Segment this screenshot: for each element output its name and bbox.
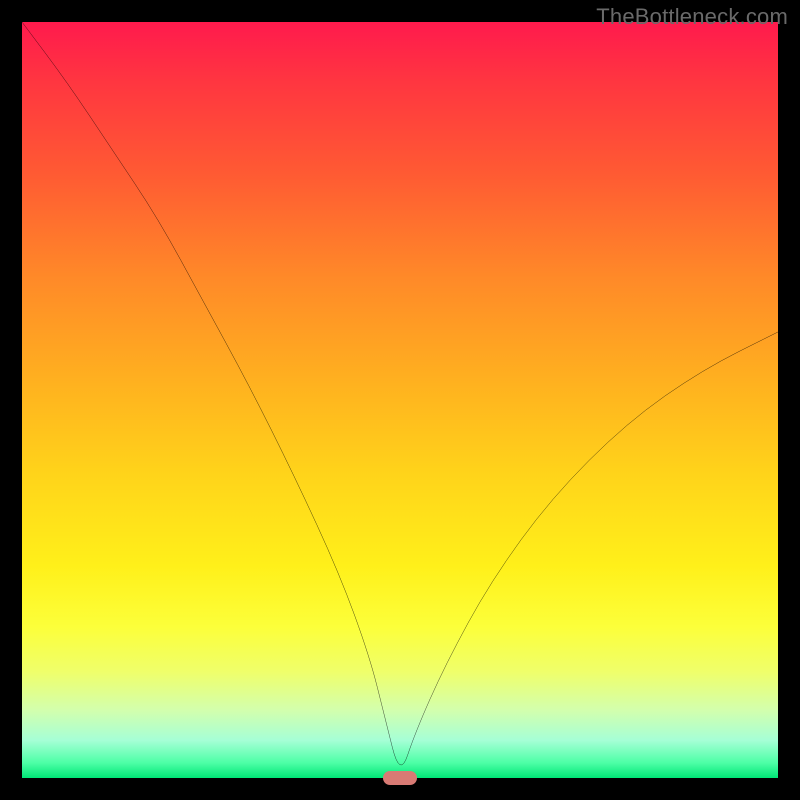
minimum-marker — [383, 771, 417, 785]
watermark-text: TheBottleneck.com — [596, 4, 788, 30]
curve-path — [22, 22, 778, 765]
bottleneck-curve — [22, 22, 778, 778]
plot-area — [22, 22, 778, 778]
chart-frame: TheBottleneck.com — [0, 0, 800, 800]
